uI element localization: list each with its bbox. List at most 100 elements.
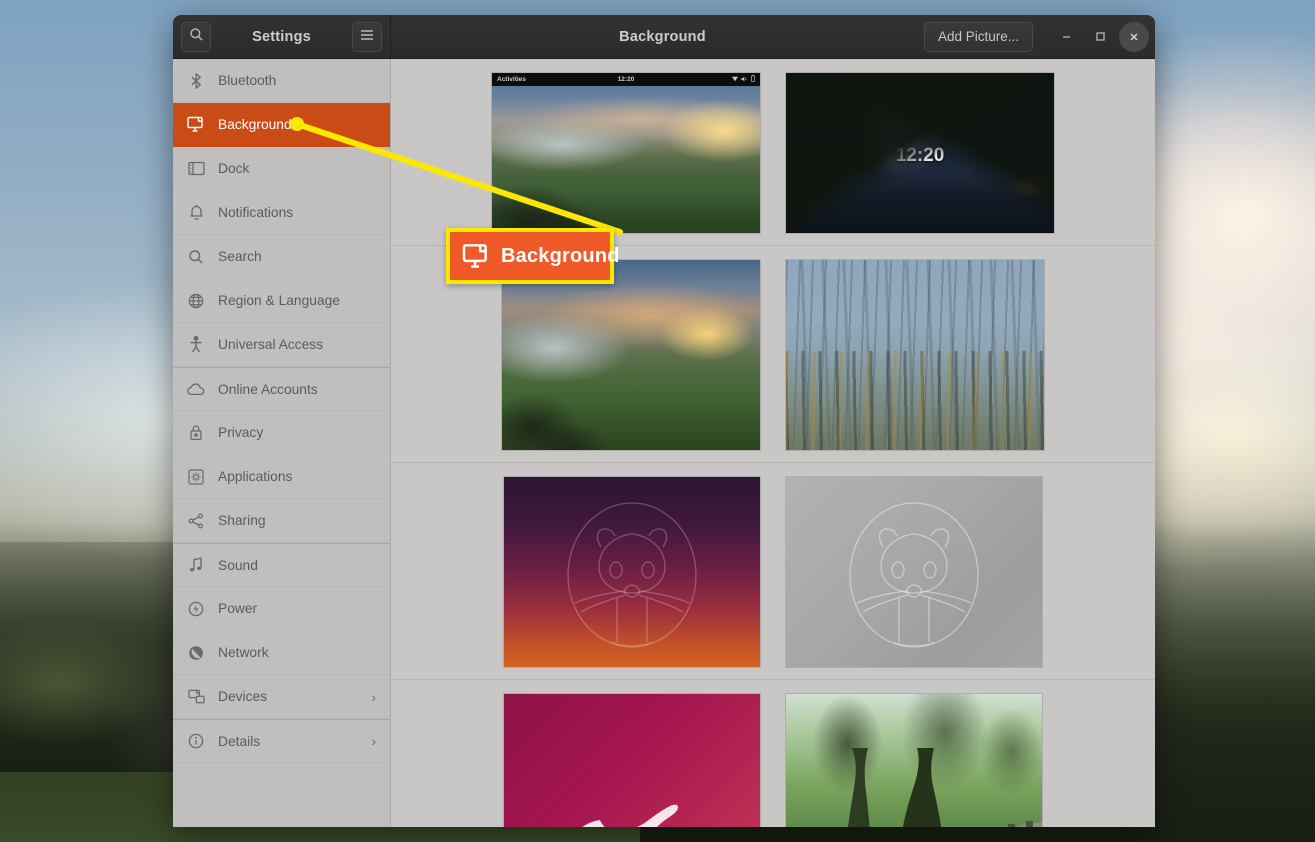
sidebar-label: Power	[218, 601, 258, 616]
preview-system-icons	[732, 75, 755, 84]
bluetooth-icon	[187, 72, 205, 90]
wallpaper-image	[502, 260, 760, 450]
background-content-panel: Activities 12:20 12:20	[391, 59, 1155, 827]
wallpaper-valley-sunset[interactable]	[502, 260, 760, 450]
sidebar-item-dock[interactable]: Dock	[173, 147, 390, 191]
wallpaper-row-1	[391, 246, 1155, 463]
wallpaper-misty-forest[interactable]	[786, 260, 1044, 450]
wallpaper-green-trees[interactable]	[786, 694, 1042, 827]
settings-sidebar: Bluetooth Background Dock Notifications …	[173, 59, 391, 827]
otter-logo-icon	[849, 502, 979, 648]
sidebar-item-universal-access[interactable]: Universal Access	[173, 323, 390, 367]
sidebar-item-sound[interactable]: Sound	[173, 543, 390, 587]
sidebar-item-details[interactable]: Details ›	[173, 719, 390, 763]
sidebar-item-power[interactable]: Power	[173, 587, 390, 631]
animal-silhouette-icon	[582, 804, 678, 827]
trees-and-bridge-art	[848, 748, 1042, 827]
window-body: Bluetooth Background Dock Notifications …	[173, 59, 1155, 827]
sidebar-item-bluetooth[interactable]: Bluetooth	[173, 59, 390, 103]
sidebar-item-search[interactable]: Search	[173, 235, 390, 279]
sidebar-label: Search	[218, 249, 262, 264]
wifi-icon	[732, 76, 738, 84]
sidebar-label: Sound	[218, 557, 258, 573]
sidebar-label: Dock	[218, 161, 250, 176]
maximize-button[interactable]	[1085, 22, 1115, 52]
power-icon	[187, 600, 205, 618]
share-nodes-icon	[187, 512, 205, 530]
search-button[interactable]	[181, 21, 211, 52]
sidebar-label: Privacy	[218, 425, 264, 440]
headerbar-left: Settings	[173, 15, 391, 58]
sidebar-label: Background	[218, 117, 292, 132]
applications-icon	[187, 468, 205, 486]
devices-icon	[187, 688, 205, 706]
hamburger-menu-icon	[360, 28, 374, 46]
otter-logo-icon	[567, 502, 697, 648]
cloud-icon	[187, 380, 205, 398]
globe-grid-icon	[187, 292, 205, 310]
search-icon	[187, 248, 205, 266]
chevron-right-icon: ›	[371, 688, 376, 705]
volume-icon	[741, 76, 748, 84]
page-title: Background	[619, 28, 706, 45]
battery-icon	[751, 75, 755, 84]
desktop-preview[interactable]: Activities 12:20	[492, 73, 760, 233]
sidebar-label: Applications	[218, 469, 293, 484]
sidebar-label: Notifications	[218, 205, 294, 220]
wallpaper-image	[504, 477, 760, 667]
wallpaper-image	[786, 477, 1042, 667]
desktop-preview-image: Activities 12:20	[492, 73, 760, 233]
wallpaper-ubuntu-otter-color[interactable]	[504, 477, 760, 667]
sidebar-item-sharing[interactable]: Sharing	[173, 499, 390, 543]
sidebar-label: Details	[218, 733, 261, 749]
background-icon	[187, 116, 205, 134]
wallpaper-image	[504, 694, 760, 827]
headerbar-right: Background Add Picture...	[391, 15, 1155, 58]
chevron-right-icon: ›	[371, 733, 376, 749]
search-icon	[189, 27, 204, 47]
sidebar-item-notifications[interactable]: Notifications	[173, 191, 390, 235]
add-picture-button[interactable]: Add Picture...	[923, 21, 1033, 52]
sidebar-item-network[interactable]: Network	[173, 631, 390, 675]
sidebar-label: Universal Access	[218, 337, 324, 352]
wallpaper-row-2	[391, 463, 1155, 680]
lock-screen-preview-image: 12:20	[786, 73, 1054, 233]
sidebar-label: Devices	[218, 689, 268, 704]
sidebar-item-applications[interactable]: Applications	[173, 455, 390, 499]
wallpaper-image	[786, 694, 1042, 827]
sidebar-label: Sharing	[218, 513, 266, 528]
sidebar-label: Bluetooth	[218, 73, 277, 88]
preview-row: Activities 12:20 12:20	[391, 59, 1155, 246]
lock-screen-preview[interactable]: 12:20	[786, 73, 1054, 233]
lock-screen-clock: 12:20	[895, 145, 945, 167]
settings-window: Settings Background Add Picture... Bluet…	[173, 15, 1155, 827]
sidebar-item-devices[interactable]: Devices ›	[173, 675, 390, 719]
activities-label: Activities	[497, 76, 526, 83]
minimize-button[interactable]	[1051, 22, 1081, 52]
sidebar-item-region-language[interactable]: Region & Language	[173, 279, 390, 323]
sidebar-item-online-accounts[interactable]: Online Accounts	[173, 367, 390, 411]
app-title: Settings	[252, 28, 311, 45]
wallpaper-image	[786, 260, 1044, 450]
sidebar-label: Online Accounts	[218, 381, 318, 397]
window-controls	[1051, 21, 1149, 52]
accessibility-icon	[187, 336, 205, 354]
window-headerbar: Settings Background Add Picture...	[173, 15, 1155, 59]
network-globe-icon	[187, 644, 205, 662]
dock-icon	[187, 160, 205, 178]
sidebar-label: Region & Language	[218, 293, 340, 308]
music-note-icon	[187, 556, 205, 574]
sidebar-label: Network	[218, 645, 269, 660]
wallpaper-row-3	[391, 680, 1155, 827]
preview-topbar: Activities 12:20	[492, 73, 760, 86]
close-button[interactable]	[1119, 21, 1149, 52]
main-menu-button[interactable]	[352, 21, 382, 52]
wallpaper-magenta-animal[interactable]	[504, 694, 760, 827]
preview-clock: 12:20	[617, 76, 635, 83]
bell-icon	[187, 204, 205, 222]
lock-icon	[187, 424, 205, 442]
info-icon	[187, 732, 205, 750]
sidebar-item-privacy[interactable]: Privacy	[173, 411, 390, 455]
wallpaper-ubuntu-otter-gray[interactable]	[786, 477, 1042, 667]
sidebar-item-background[interactable]: Background	[173, 103, 390, 147]
